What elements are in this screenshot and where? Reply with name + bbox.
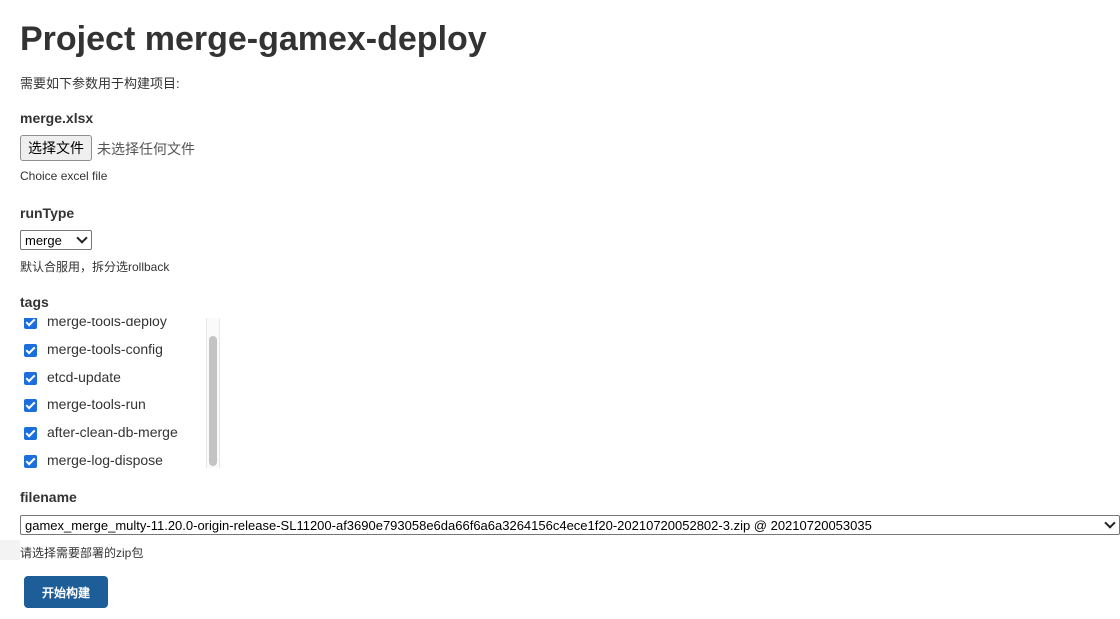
tags-param-label: tags bbox=[20, 294, 49, 310]
tag-item[interactable]: merge-log-dispose bbox=[20, 449, 210, 468]
intro-text: 需要如下参数用于构建项目: bbox=[20, 76, 180, 91]
tag-checkbox[interactable] bbox=[24, 343, 37, 357]
sidebar-edge bbox=[0, 540, 20, 560]
tag-label: merge-tools-deploy bbox=[47, 318, 167, 329]
chevron-down-icon bbox=[1104, 517, 1116, 529]
tag-label: merge-log-dispose bbox=[47, 451, 163, 468]
scrollbar-thumb[interactable] bbox=[209, 336, 217, 466]
start-build-button[interactable]: 开始构建 bbox=[24, 576, 108, 608]
runtype-select[interactable]: merge bbox=[20, 230, 92, 250]
tag-label: merge-tools-config bbox=[47, 340, 163, 357]
tags-scrollbar[interactable] bbox=[206, 318, 220, 468]
file-status-text: 未选择任何文件 bbox=[97, 142, 195, 158]
filename-select[interactable]: gamex_merge_multy-11.20.0-origin-release… bbox=[20, 515, 1120, 535]
choose-file-button[interactable]: 选择文件 bbox=[20, 135, 92, 161]
tag-item[interactable]: merge-tools-deploy bbox=[20, 318, 210, 338]
tag-item[interactable]: etcd-update bbox=[20, 366, 210, 394]
runtype-selected-value: merge bbox=[25, 232, 62, 248]
filename-param-label: filename bbox=[20, 489, 77, 505]
filename-param-description: 请选择需要部署的zip包 bbox=[20, 546, 144, 560]
build-parameters-page: Project merge-gamex-deploy 需要如下参数用于构建项目:… bbox=[0, 0, 1120, 619]
runtype-param-description: 默认合服用，拆分选rollback bbox=[20, 260, 170, 274]
file-param-description: Choice excel file bbox=[20, 169, 108, 183]
tag-item[interactable]: merge-tools-config bbox=[20, 338, 210, 366]
filename-selected-value: gamex_merge_multy-11.20.0-origin-release… bbox=[25, 517, 872, 533]
tag-checkbox[interactable] bbox=[24, 427, 37, 441]
tag-checkbox[interactable] bbox=[24, 454, 37, 468]
tag-label: etcd-update bbox=[47, 368, 121, 385]
tag-label: merge-tools-run bbox=[47, 396, 146, 413]
runtype-param-label: runType bbox=[20, 205, 75, 221]
tag-item[interactable]: merge-tools-run bbox=[20, 393, 210, 421]
tag-checkbox[interactable] bbox=[24, 371, 37, 385]
chevron-down-icon bbox=[76, 232, 88, 244]
tag-label: after-clean-db-merge bbox=[47, 424, 178, 441]
page-title: Project merge-gamex-deploy bbox=[20, 20, 487, 58]
tag-checkbox[interactable] bbox=[24, 318, 37, 329]
tags-checkbox-list[interactable]: merge-tools-deploy merge-tools-config et… bbox=[20, 318, 220, 468]
tag-item[interactable]: after-clean-db-merge bbox=[20, 421, 210, 449]
file-param-label: merge.xlsx bbox=[20, 110, 94, 126]
tag-checkbox[interactable] bbox=[24, 399, 37, 413]
